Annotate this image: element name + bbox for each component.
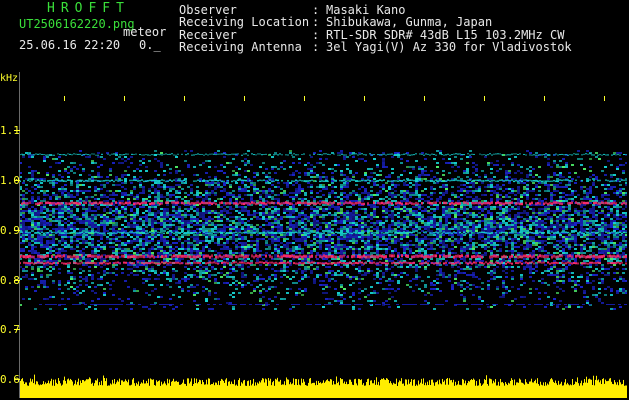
- info-label: Receiving Antenna: [179, 39, 302, 54]
- x-tick-mark: [364, 96, 365, 101]
- header-panel: HROFFT UT2506162220.png meteor 25.06.16 …: [0, 0, 629, 72]
- x-tick-mark: [304, 96, 305, 101]
- y-tick-mark: [14, 180, 20, 181]
- info-separator: :: [312, 15, 320, 30]
- info-label: Receiving Location: [179, 15, 310, 30]
- info-value: 3el Yagi(V) Az 330 for Vladivostok: [326, 39, 572, 54]
- info-row-antenna: Receiving Antenna:3el Yagi(V) Az 330 for…: [179, 39, 572, 54]
- x-tick-mark: [124, 96, 125, 101]
- y-tick-mark: [14, 329, 20, 330]
- y-tick-mark: [14, 280, 20, 281]
- x-tick-mark: [424, 96, 425, 101]
- app-title: HROFFT: [47, 1, 130, 16]
- info-value: Shibukawa, Gunma, Japan: [326, 15, 493, 30]
- spectrogram-canvas: [19, 150, 627, 398]
- x-tick-mark: [604, 96, 605, 101]
- y-tick-mark: [14, 130, 20, 131]
- spectrogram-plot: [19, 72, 627, 398]
- station-info: Observer: Masaki Kano Receiving Location:…: [179, 4, 572, 53]
- x-tick-mark: [244, 96, 245, 101]
- file-name: UT2506162220.png: [19, 17, 135, 31]
- extra-label: 0._: [139, 38, 161, 52]
- y-axis-label: kHz: [0, 73, 19, 84]
- info-separator: :: [312, 39, 320, 54]
- datetime-label: 25.06.16 22:20: [19, 38, 121, 52]
- info-row-location: Receiving Location: Shibukawa, Gunma, Jap…: [179, 15, 572, 30]
- x-tick-mark: [484, 96, 485, 101]
- x-tick-mark: [544, 96, 545, 101]
- x-tick-mark: [64, 96, 65, 101]
- x-tick-mark: [184, 96, 185, 101]
- y-axis-line: [19, 72, 20, 398]
- y-tick-mark: [14, 230, 20, 231]
- mode-label: meteor: [123, 25, 167, 39]
- y-tick-mark: [14, 379, 20, 380]
